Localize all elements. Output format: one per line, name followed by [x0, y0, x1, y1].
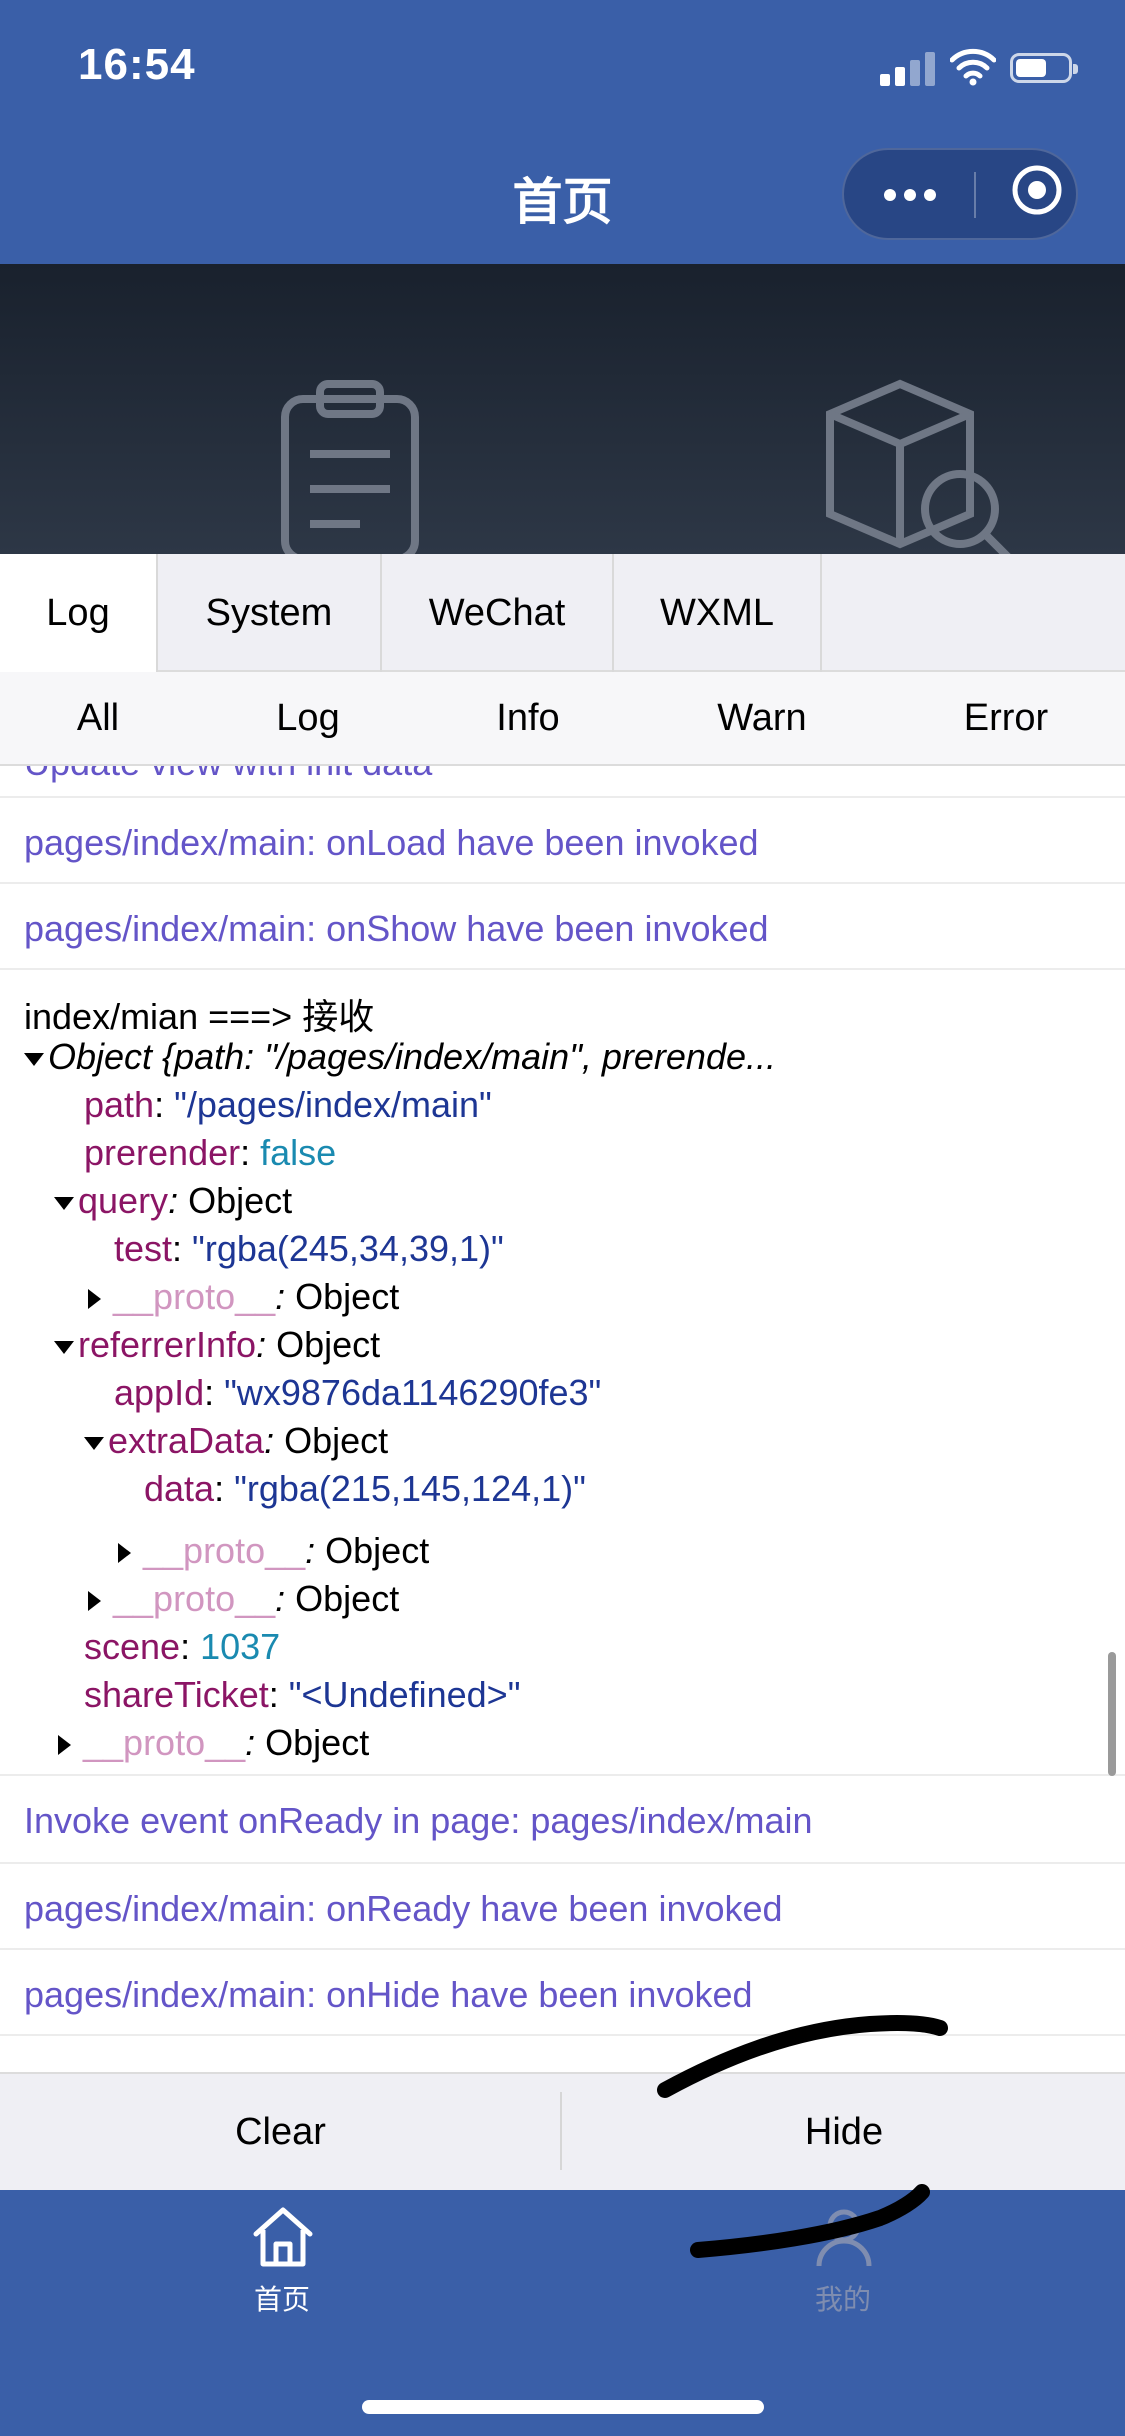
status-bar: 16:54	[0, 0, 1125, 132]
prop-row-expandable[interactable]: query: Object	[54, 1180, 292, 1222]
list-item: pages/index/main: onHide have been invok…	[0, 1950, 1125, 2036]
hero-banner	[0, 264, 1125, 554]
clear-button[interactable]: Clear	[0, 2074, 561, 2190]
log-text: pages/index/main: onShow have been invok…	[24, 908, 769, 949]
tab-profile[interactable]: 我的	[743, 2190, 943, 2330]
tab-profile-label: 我的	[814, 2284, 871, 2315]
prop-row: appId: "wx9876da1146290fe3"	[114, 1372, 602, 1413]
battery-icon	[1010, 53, 1078, 83]
expand-arrow-icon	[54, 1196, 74, 1210]
filter-log[interactable]: Log	[228, 672, 388, 764]
console-tabbar: Log System WeChat WXML	[0, 554, 1125, 672]
prop-row-expandable[interactable]: referrerInfo: Object	[54, 1324, 380, 1366]
prop-row: path: "/pages/index/main"	[84, 1084, 492, 1125]
home-indicator	[362, 2400, 764, 2414]
list-item: pages/index/main: onLoad have been invok…	[0, 798, 1125, 884]
log-header: index/mian ===> 接收	[24, 996, 375, 1037]
tab-wechat[interactable]: WeChat	[382, 554, 614, 672]
toolbar-divider	[560, 2092, 562, 2170]
log-text: Invoke event onReady in page: pages/inde…	[24, 1800, 813, 1841]
prop-row-expandable[interactable]: extraData: Object	[84, 1420, 388, 1462]
list-item: Invoke event onReady in page: pages/inde…	[0, 1776, 1125, 1864]
log-text: pages/index/main: onReady have been invo…	[24, 1888, 783, 1929]
object-log-entry-continued: __proto__: Object __proto__: Object scen…	[0, 1530, 1125, 1776]
expand-arrow-icon	[84, 1436, 104, 1450]
expand-arrow-icon	[24, 1052, 44, 1066]
list-item: pages/index/main: onReady have been invo…	[0, 1864, 1125, 1950]
log-text: pages/index/main: onHide have been invok…	[24, 1974, 753, 2015]
tab-wxml[interactable]: WXML	[614, 554, 822, 672]
scrollbar-thumb[interactable]	[1108, 1652, 1116, 1776]
collapse-arrow-icon	[88, 1289, 101, 1310]
status-time: 16:54	[78, 40, 196, 89]
prop-row: shareTicket: "<Undefined>"	[84, 1674, 521, 1715]
console-toolbar: Clear Hide	[0, 2072, 1125, 2190]
filter-info[interactable]: Info	[448, 672, 608, 764]
log-list-after: Invoke event onReady in page: pages/inde…	[0, 1776, 1125, 2072]
prop-row-expandable[interactable]: __proto__: Object	[118, 1530, 429, 1572]
object-log-entry: index/mian ===> 接收 Object {path: "/pages…	[0, 970, 1125, 1542]
more-icon[interactable]	[880, 172, 940, 216]
log-text: Update view with init data	[24, 766, 432, 784]
close-capsule-icon[interactable]	[1011, 164, 1063, 216]
wifi-icon	[950, 48, 996, 86]
expand-arrow-icon	[54, 1340, 74, 1354]
collapse-arrow-icon	[118, 1543, 131, 1564]
log-filter-bar: All Log Info Warn Error	[0, 672, 1125, 766]
prop-row-expandable[interactable]: __proto__: Object	[58, 1722, 369, 1764]
filter-error[interactable]: Error	[926, 672, 1086, 764]
tab-home[interactable]: 首页	[182, 2190, 382, 2330]
prop-row: data: "rgba(215,145,124,1)"	[144, 1468, 586, 1509]
tab-home-label: 首页	[253, 2284, 310, 2315]
tab-log[interactable]: Log	[0, 554, 158, 672]
prop-row: test: "rgba(245,34,39,1)"	[114, 1228, 504, 1269]
home-icon	[253, 2207, 313, 2267]
log-text: pages/index/main: onLoad have been invok…	[24, 822, 759, 863]
filter-all[interactable]: All	[18, 672, 178, 764]
hide-button[interactable]: Hide	[563, 2074, 1125, 2190]
filter-warn[interactable]: Warn	[682, 672, 842, 764]
collapse-arrow-icon	[88, 1591, 101, 1612]
object-summary-row[interactable]: Object {path: "/pages/index/main", prere…	[24, 1036, 776, 1078]
prop-row: scene: 1037	[84, 1626, 281, 1667]
prop-row: prerender: false	[84, 1132, 337, 1173]
list-item: Update view with init data	[0, 766, 1125, 798]
hero-illustration	[0, 264, 1125, 554]
prop-row-expandable[interactable]: __proto__: Object	[88, 1578, 399, 1620]
user-icon	[816, 2209, 872, 2267]
signal-icon	[880, 52, 936, 86]
object-summary: Object {path: "/pages/index/main", prere…	[48, 1036, 776, 1077]
tab-system[interactable]: System	[158, 554, 382, 672]
list-item: pages/index/main: onShow have been invok…	[0, 884, 1125, 970]
prop-row-expandable[interactable]: __proto__: Object	[88, 1276, 399, 1318]
collapse-arrow-icon	[58, 1735, 71, 1756]
